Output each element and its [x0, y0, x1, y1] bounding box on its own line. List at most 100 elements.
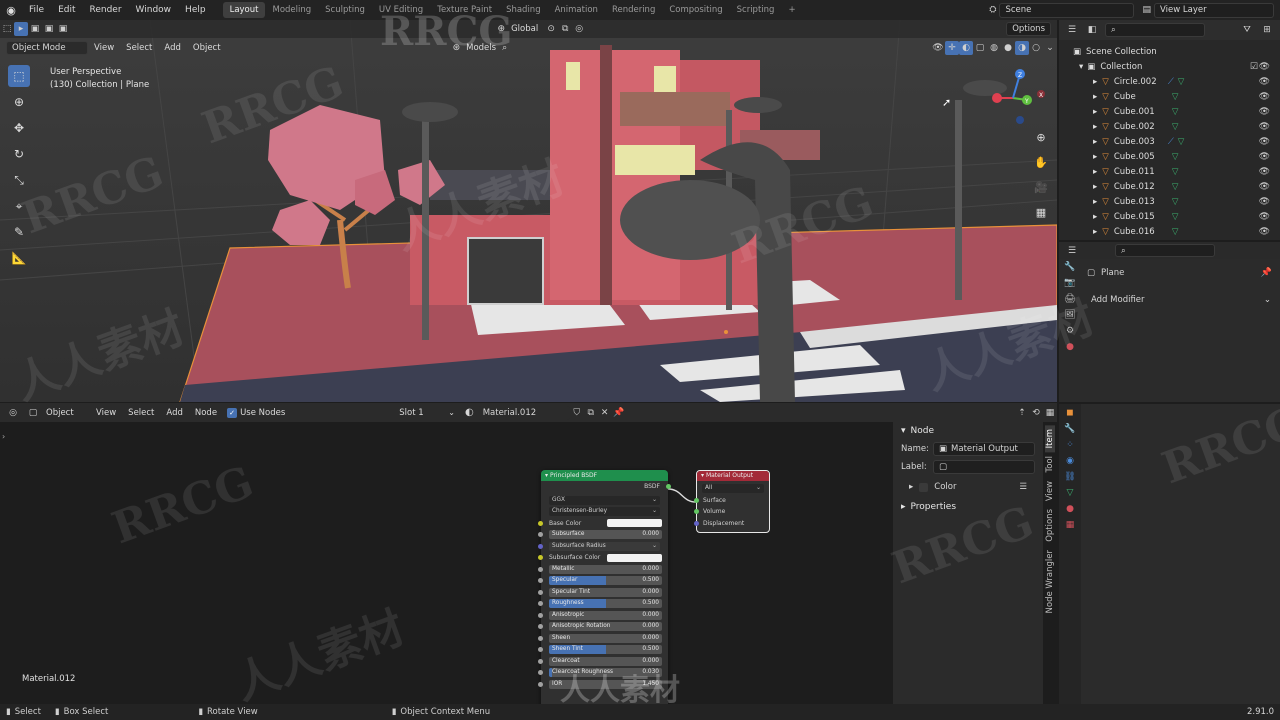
- zoom-icon[interactable]: ⊕: [1032, 128, 1050, 146]
- physics-tab-icon[interactable]: ◉: [1066, 456, 1074, 466]
- mesh-data-icon[interactable]: ▽: [1172, 197, 1179, 207]
- tab-uv-editing[interactable]: UV Editing: [372, 2, 430, 18]
- disclosure-closed-icon[interactable]: ▸: [1093, 92, 1097, 102]
- disclosure-closed-icon[interactable]: ▸: [1093, 152, 1097, 162]
- transform-orientation-dropdown[interactable]: Global: [505, 24, 544, 34]
- node-menu-add[interactable]: Add: [160, 408, 188, 418]
- perspective-grid-icon[interactable]: ▦: [1032, 203, 1050, 221]
- duplicate-material-icon[interactable]: ⧉: [584, 406, 598, 420]
- input-socket[interactable]: [538, 635, 543, 641]
- add-modifier-dropdown[interactable]: Add Modifier ⌄: [1087, 292, 1275, 307]
- menu-render[interactable]: Render: [83, 5, 129, 15]
- disclosure-closed-icon[interactable]: ▸: [1093, 212, 1097, 222]
- menu-select[interactable]: Select: [120, 43, 158, 53]
- eye-icon[interactable]: 👁: [1259, 77, 1270, 87]
- options-dropdown[interactable]: Options: [1006, 22, 1051, 36]
- particles-tab-icon[interactable]: ⁘: [1066, 440, 1074, 450]
- shading-solid-icon[interactable]: ●: [1001, 41, 1015, 55]
- input-socket[interactable]: [538, 681, 543, 687]
- subsurface-color-swatch[interactable]: [607, 553, 662, 562]
- tab-layout[interactable]: Layout: [222, 2, 266, 18]
- tab-scripting[interactable]: Scripting: [730, 2, 782, 18]
- tab-texture-paint[interactable]: Texture Paint: [430, 2, 499, 18]
- disclosure-closed-icon[interactable]: ▸: [1093, 182, 1097, 192]
- render-tab-icon[interactable]: 📷: [1064, 278, 1075, 288]
- xray-icon[interactable]: ▢: [973, 41, 987, 55]
- displacement-input-socket[interactable]: [694, 520, 699, 526]
- fake-user-shield-icon[interactable]: ⛉: [570, 406, 584, 420]
- measure-tool-icon[interactable]: 📐: [8, 247, 30, 269]
- disclosure-closed-icon[interactable]: ▸: [1093, 137, 1097, 147]
- modifier-tab-icon[interactable]: 🔧: [1064, 424, 1075, 434]
- bsdf-input-slider[interactable]: Anisotropic 0.000: [549, 610, 662, 620]
- menu-file[interactable]: File: [22, 5, 51, 15]
- bsdf-input-slider[interactable]: Anisotropic Rotation 0.000: [549, 622, 662, 632]
- tab-item[interactable]: Item: [1045, 425, 1055, 453]
- outliner-item[interactable]: ▸ ▽ Cube.012 ▽ 👁: [1059, 179, 1280, 194]
- bsdf-input-slider[interactable]: Subsurface 0.000: [549, 530, 662, 540]
- node-menu-node[interactable]: Node: [189, 408, 223, 418]
- shading-material-icon[interactable]: ◑: [1015, 41, 1029, 55]
- mesh-data-icon[interactable]: ▽: [1178, 77, 1185, 87]
- bsdf-input-slider[interactable]: Clearcoat 0.000: [549, 656, 662, 666]
- axis-gizmo[interactable]: X Y Z: [985, 68, 1045, 128]
- distribution-dropdown[interactable]: GGX ⌄: [549, 495, 660, 505]
- mesh-data-icon[interactable]: ▽: [1172, 92, 1179, 102]
- tab-shading[interactable]: Shading: [499, 2, 548, 18]
- mesh-data-icon[interactable]: ▽: [1172, 227, 1179, 237]
- outliner-item[interactable]: ▸ ▽ Cube.005 ▽ 👁: [1059, 149, 1280, 164]
- snap-node-icon[interactable]: ⟲: [1029, 406, 1043, 420]
- surface-input-socket[interactable]: [694, 497, 699, 503]
- pivot-icon[interactable]: ⊙: [544, 22, 558, 36]
- outliner-item[interactable]: ▸ ▽ Circle.002 ⟋ ▽ 👁: [1059, 74, 1280, 89]
- eye-icon[interactable]: 👁: [1259, 212, 1270, 222]
- outliner-item[interactable]: ▸ ▽ Cube.003 ⟋ ▽ 👁: [1059, 134, 1280, 149]
- volume-input-socket[interactable]: [694, 509, 699, 515]
- input-socket[interactable]: [538, 670, 543, 676]
- shader-type-icon[interactable]: ▢: [26, 406, 40, 420]
- eye-icon[interactable]: 👁: [1259, 92, 1270, 102]
- chevron-down-icon[interactable]: ⌄: [1043, 41, 1057, 55]
- bsdf-input-slider[interactable]: Specular Tint 0.000: [549, 587, 662, 597]
- select-subtract-icon[interactable]: ▣: [56, 22, 70, 36]
- outliner-item[interactable]: ▸ ▽ Cube.013 ▽ 👁: [1059, 194, 1280, 209]
- node-section-header[interactable]: ▾ Node: [893, 422, 1043, 440]
- node-name-field[interactable]: ▣ Material Output: [933, 442, 1035, 456]
- bsdf-input-slider[interactable]: Clearcoat Roughness 0.030: [549, 668, 662, 678]
- move-tool-icon[interactable]: ✥: [8, 117, 30, 139]
- disclosure-closed-icon[interactable]: ▸: [1093, 197, 1097, 207]
- camera-icon[interactable]: 🎥: [1032, 178, 1050, 196]
- chevron-down-icon[interactable]: ⌄: [448, 408, 455, 417]
- blender-logo-icon[interactable]: ◉: [0, 4, 22, 17]
- select-mode-icon[interactable]: ▸: [14, 22, 28, 36]
- node-editor-type-icon[interactable]: ◎: [6, 406, 20, 420]
- eye-icon[interactable]: 👁: [1259, 152, 1270, 162]
- outliner-editor-icon[interactable]: ☰: [1065, 23, 1079, 37]
- shading-wireframe-icon[interactable]: ◍: [987, 41, 1001, 55]
- eye-icon[interactable]: 👁: [1259, 167, 1270, 177]
- overlay-toggle-icon[interactable]: ◐: [959, 41, 973, 55]
- bsdf-node-header[interactable]: ▾ Principled BSDF: [541, 470, 668, 481]
- bsdf-input-slider[interactable]: IOR 1.450: [549, 679, 662, 689]
- menu-view[interactable]: View: [88, 43, 120, 53]
- filter-icon[interactable]: ⛛: [1240, 23, 1254, 37]
- menu-window[interactable]: Window: [129, 5, 179, 15]
- tab-tool[interactable]: Tool: [1045, 452, 1055, 477]
- gizmo-toggle-icon[interactable]: ✛: [945, 41, 959, 55]
- outliner-scene-collection[interactable]: ▣ Scene Collection: [1059, 44, 1280, 59]
- color-checkbox[interactable]: [919, 482, 929, 492]
- bsdf-input-slider[interactable]: Specular 0.500: [549, 576, 662, 586]
- view-layer-tab-icon[interactable]: 🖼: [1064, 310, 1075, 320]
- tab-options[interactable]: Options: [1045, 505, 1055, 546]
- menu-add[interactable]: Add: [158, 43, 186, 53]
- pan-hand-icon[interactable]: ✋: [1032, 153, 1050, 171]
- tab-view[interactable]: View: [1045, 477, 1055, 505]
- select-box-tool-icon[interactable]: ⬚: [8, 65, 30, 87]
- navigation-gizmo[interactable]: X Y Z: [985, 68, 1045, 128]
- material-name-field[interactable]: Material.012: [477, 405, 570, 420]
- annotate-tool-icon[interactable]: ✎: [8, 221, 30, 243]
- models-dropdown[interactable]: Models: [460, 43, 502, 53]
- proportional-edit-icon[interactable]: ◎: [572, 22, 586, 36]
- input-socket[interactable]: [538, 578, 543, 584]
- output-target-dropdown[interactable]: All ⌄: [702, 484, 764, 494]
